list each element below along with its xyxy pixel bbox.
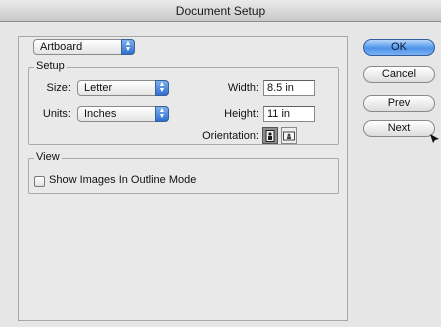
width-field[interactable]: 8.5 in xyxy=(263,80,315,96)
prev-button[interactable]: Prev xyxy=(363,95,435,112)
units-label: Units: xyxy=(42,108,71,120)
show-images-label: Show Images In Outline Mode xyxy=(49,174,197,186)
units-popup-value: Inches xyxy=(84,108,117,120)
show-images-checkbox[interactable] xyxy=(34,176,45,187)
size-popup[interactable]: Letter ▲ ▼ xyxy=(77,80,169,96)
height-field[interactable]: 11 in xyxy=(263,106,315,122)
setup-group-label: Setup xyxy=(34,60,67,72)
cancel-button[interactable]: Cancel xyxy=(363,66,435,83)
mouse-pointer-icon xyxy=(430,134,439,143)
category-popup[interactable]: Artboard ▲ ▼ xyxy=(33,39,135,55)
up-down-arrows-icon: ▲ ▼ xyxy=(155,106,169,122)
width-label: Width: xyxy=(227,82,259,94)
window-title: Document Setup xyxy=(0,0,441,22)
landscape-orientation-icon xyxy=(283,131,295,140)
orientation-label: Orientation: xyxy=(202,130,259,142)
up-down-arrows-icon: ▲ ▼ xyxy=(121,39,135,55)
landscape-orientation-button[interactable] xyxy=(281,127,297,144)
next-button[interactable]: Next xyxy=(363,120,435,137)
units-popup[interactable]: Inches ▲ ▼ xyxy=(77,106,169,122)
portrait-orientation-button[interactable] xyxy=(262,127,278,144)
document-setup-dialog: Document Setup Artboard ▲ ▼ Setup Size: L… xyxy=(0,0,441,327)
size-popup-value: Letter xyxy=(84,82,113,94)
portrait-orientation-icon xyxy=(265,129,275,142)
up-down-arrows-icon: ▲ ▼ xyxy=(155,80,169,96)
dialog-content: Artboard ▲ ▼ Setup Size: Letter ▲ ▼ Units:… xyxy=(0,22,441,327)
size-label: Size: xyxy=(46,82,71,94)
ok-button[interactable]: OK xyxy=(363,39,435,56)
height-label: Height: xyxy=(224,108,259,120)
category-popup-value: Artboard xyxy=(40,41,83,53)
settings-panel: Artboard ▲ ▼ Setup Size: Letter ▲ ▼ Units:… xyxy=(18,36,348,321)
view-group-label: View xyxy=(34,151,62,163)
